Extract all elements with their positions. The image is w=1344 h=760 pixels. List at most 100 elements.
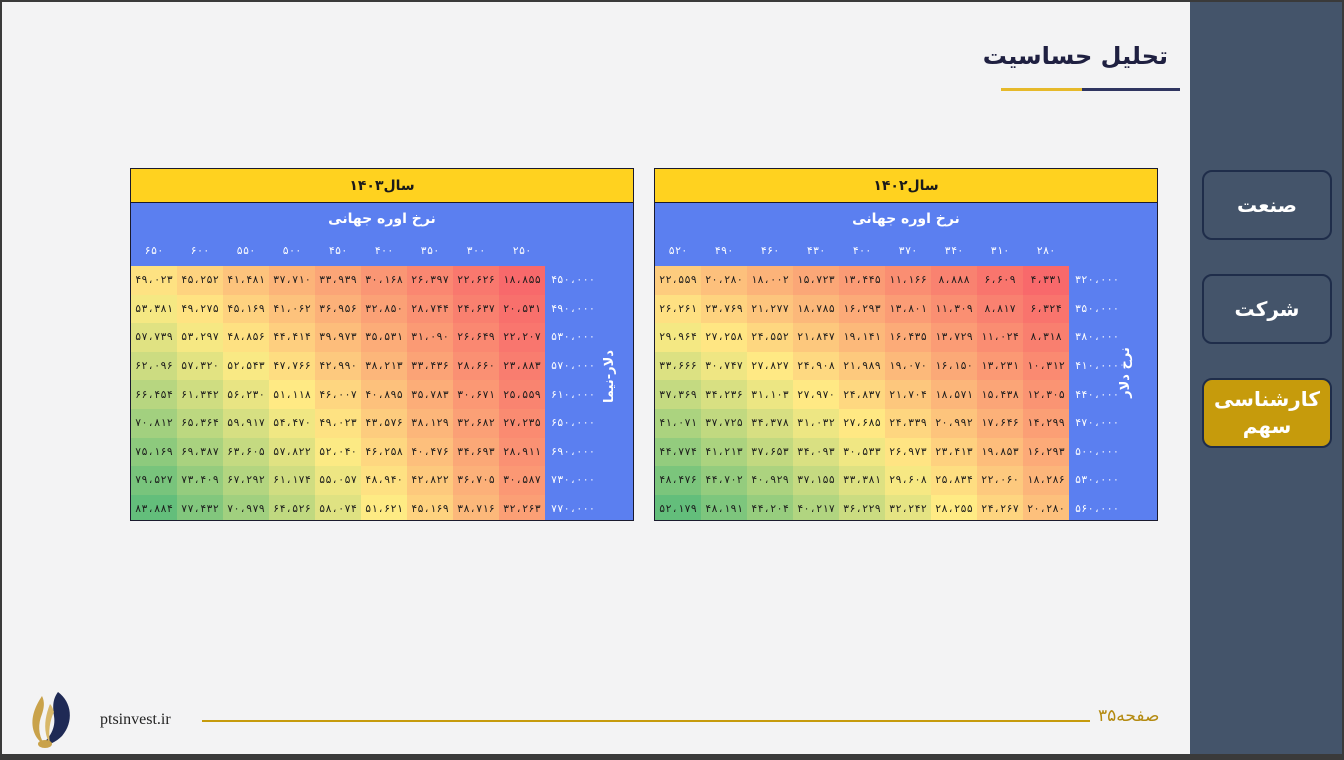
column-header: ۲۸۰ bbox=[1036, 245, 1056, 257]
table-cell: ۶،۳۲۴ bbox=[1023, 294, 1069, 324]
table-cell: ۴۹،۰۲۳ bbox=[315, 409, 361, 438]
table-cell: ۲۰،۲۸۰ bbox=[1023, 494, 1069, 520]
table-cell: ۵۷،۷۳۹ bbox=[131, 323, 177, 352]
table-cell: ۷۳،۴۰۹ bbox=[177, 466, 223, 495]
column-header: ۴۳۰ bbox=[806, 245, 826, 257]
table-cell: ۴۰،۲۱۷ bbox=[793, 494, 839, 520]
column-header: ۵۰۰ bbox=[282, 245, 302, 257]
column-header: ۴۰۰ bbox=[852, 245, 872, 257]
sidebar-item-company[interactable]: شرکت bbox=[1202, 274, 1332, 344]
table-cell: ۲۶،۳۹۷ bbox=[407, 266, 453, 295]
table-cell: ۳۷،۳۶۹ bbox=[655, 380, 701, 409]
row-header: ۶۵۰،۰۰۰ bbox=[550, 417, 596, 430]
row-header: ۵۰۰،۰۰۰ bbox=[1074, 445, 1120, 458]
table-cell: ۲۸،۷۴۴ bbox=[407, 294, 453, 324]
table-cell: ۳۰،۱۶۸ bbox=[361, 266, 407, 295]
table-cell: ۳۴،۶۹۳ bbox=[453, 437, 499, 467]
table-cell: ۳۸،۲۱۳ bbox=[361, 351, 407, 381]
table-cell: ۱۱،۳۰۹ bbox=[931, 294, 977, 324]
table-cell: ۳۳،۳۸۱ bbox=[839, 466, 885, 495]
table-cell: ۲۷،۸۲۷ bbox=[747, 351, 793, 381]
sidebar-item-stock-valuation[interactable]: کارشناسی سهم bbox=[1202, 378, 1332, 448]
column-header: ۵۵۰ bbox=[236, 245, 256, 257]
table-cell: ۵۳،۳۸۱ bbox=[131, 294, 177, 324]
table-cell: ۱۳،۸۰۱ bbox=[885, 294, 931, 324]
table-cell: ۴۰،۹۲۹ bbox=[747, 466, 793, 495]
row-header: ۴۷۰،۰۰۰ bbox=[1074, 417, 1120, 430]
table-cell: ۵۲،۰۴۰ bbox=[315, 437, 361, 467]
table-cell: ۲۷،۲۵۸ bbox=[701, 323, 747, 352]
table-cell: ۴۵،۱۶۹ bbox=[223, 294, 269, 324]
table-cell: ۴۳،۵۷۶ bbox=[361, 409, 407, 438]
table-cell: ۱۵،۷۲۳ bbox=[793, 266, 839, 295]
row-header: ۵۳۰،۰۰۰ bbox=[550, 331, 596, 344]
table-cell: ۴،۳۳۱ bbox=[1023, 266, 1069, 295]
row-header: ۶۱۰،۰۰۰ bbox=[550, 388, 596, 401]
table-cell: ۱۲،۳۰۵ bbox=[1023, 380, 1069, 409]
table-cell: ۱۹،۰۷۰ bbox=[885, 351, 931, 381]
table-cell: ۳۳،۶۶۶ bbox=[655, 351, 701, 381]
table-cell: ۷۷،۴۳۲ bbox=[177, 494, 223, 520]
table-cell: ۲۸،۶۶۰ bbox=[453, 351, 499, 381]
row-header: ۶۹۰،۰۰۰ bbox=[550, 445, 596, 458]
table-cell: ۲۱،۸۴۷ bbox=[793, 323, 839, 352]
table-cell: ۴۲،۹۹۰ bbox=[315, 351, 361, 381]
table-cell: ۳۹،۹۷۳ bbox=[315, 323, 361, 352]
table-cell: ۴۱،۴۸۱ bbox=[223, 266, 269, 295]
column-header: ۴۹۰ bbox=[714, 245, 734, 257]
table-cell: ۲۷،۹۷۰ bbox=[793, 380, 839, 409]
table-cell: ۲۵،۵۵۹ bbox=[499, 380, 545, 409]
table-cell: ۶۱،۱۷۴ bbox=[269, 466, 315, 495]
table-cell: ۱۰،۳۱۲ bbox=[1023, 351, 1069, 381]
table-cell: ۴۸،۴۷۶ bbox=[655, 466, 701, 495]
table-cell: ۸۳،۸۸۴ bbox=[131, 494, 177, 520]
row-header: ۵۷۰،۰۰۰ bbox=[550, 360, 596, 373]
footer-divider bbox=[202, 720, 1090, 722]
table-cell: ۴۴،۷۰۲ bbox=[701, 466, 747, 495]
table-cell: ۲۳،۴۱۳ bbox=[931, 437, 977, 467]
table-cell: ۱۵،۴۳۸ bbox=[977, 380, 1023, 409]
table-cell: ۲۲،۶۲۶ bbox=[453, 266, 499, 295]
table-cell: ۴۷،۷۶۶ bbox=[269, 351, 315, 381]
table-cell: ۱۸،۸۵۵ bbox=[499, 266, 545, 295]
row-header: ۷۳۰،۰۰۰ bbox=[550, 474, 596, 487]
table-cell: ۱۶،۲۹۳ bbox=[839, 294, 885, 324]
title-underline-dark bbox=[1082, 88, 1180, 91]
column-header: ۴۶۰ bbox=[760, 245, 780, 257]
table-cell: ۱۷،۶۴۶ bbox=[977, 409, 1023, 438]
table-cell: ۴۶،۲۵۸ bbox=[361, 437, 407, 467]
table-cell: ۶۷،۲۹۲ bbox=[223, 466, 269, 495]
table-cell: ۷۰،۸۱۲ bbox=[131, 409, 177, 438]
table-cell: ۴۲،۸۲۲ bbox=[407, 466, 453, 495]
table-cell: ۵۶،۲۳۰ bbox=[223, 380, 269, 409]
table-cell: ۳۲،۶۸۲ bbox=[453, 409, 499, 438]
footer-url: ptsinvest.ir bbox=[100, 711, 171, 728]
column-header: ۲۵۰ bbox=[512, 245, 532, 257]
row-header: ۳۲۰،۰۰۰ bbox=[1074, 274, 1120, 287]
column-header: ۳۱۰ bbox=[990, 245, 1010, 257]
sidebar: صنعت شرکت کارشناسی سهم bbox=[1190, 2, 1342, 754]
table-cell: ۲۳،۸۸۳ bbox=[499, 351, 545, 381]
table-cell: ۲۵،۸۳۴ bbox=[931, 466, 977, 495]
table-cell: ۵۲،۱۷۹ bbox=[655, 494, 701, 520]
table-row-title: دلار-نیما bbox=[602, 349, 618, 404]
table-cell: ۲۴،۶۳۷ bbox=[453, 294, 499, 324]
sidebar-item-industry[interactable]: صنعت bbox=[1202, 170, 1332, 240]
title-underline-gold bbox=[1001, 88, 1082, 91]
table-cell: ۶۴،۵۲۶ bbox=[269, 494, 315, 520]
table-cell: ۳۱،۰۳۲ bbox=[793, 409, 839, 438]
page-title: تحلیل حساسیت bbox=[982, 42, 1168, 70]
table-cell: ۲۳،۷۶۹ bbox=[701, 294, 747, 324]
table-cell: ۴۴،۲۰۴ bbox=[747, 494, 793, 520]
table-cell: ۲۰،۹۹۲ bbox=[931, 409, 977, 438]
row-header: ۴۵۰،۰۰۰ bbox=[550, 274, 596, 287]
column-header: ۳۷۰ bbox=[898, 245, 918, 257]
table-cell: ۳۱،۰۹۰ bbox=[407, 323, 453, 352]
table-cell: ۲۹،۹۶۴ bbox=[655, 323, 701, 352]
table-cell: ۴۴،۷۷۴ bbox=[655, 437, 701, 467]
table-cell: ۲۶،۶۴۹ bbox=[453, 323, 499, 352]
column-header: ۶۰۰ bbox=[190, 245, 210, 257]
table-cell: ۲۲،۰۶۰ bbox=[977, 466, 1023, 495]
row-header: ۴۴۰،۰۰۰ bbox=[1074, 388, 1120, 401]
table-cell: ۲۸،۲۵۵ bbox=[931, 494, 977, 520]
